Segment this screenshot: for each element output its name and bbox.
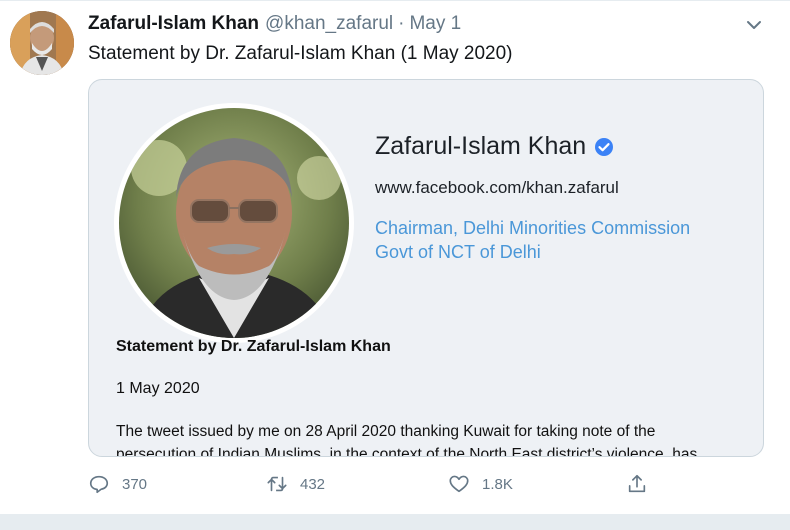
chevron-down-icon[interactable] [744, 15, 764, 35]
tweet-divider [0, 514, 790, 530]
card-role-line2: Govt of NCT of Delhi [375, 242, 541, 262]
like-button[interactable]: 1.8K [448, 473, 513, 495]
profile-photo [119, 108, 349, 338]
retweet-icon [267, 476, 287, 492]
tweet-actions: 370 432 1.8K [88, 473, 668, 503]
reply-count: 370 [122, 475, 148, 493]
verified-icon [595, 137, 614, 156]
like-icon [449, 475, 469, 493]
author-handle[interactable]: @khan_zafarul [265, 13, 393, 35]
statement-body-line1: The tweet issued by me on 28 April 2020 … [116, 423, 656, 440]
author-name[interactable]: Zafarul-Islam Khan [88, 13, 259, 35]
share-button[interactable] [626, 473, 660, 495]
retweet-count: 432 [300, 475, 326, 493]
card-profile-name: Zafarul-Islam Khan [375, 132, 614, 161]
tweet-header: Zafarul-Islam Khan @khan_zafarul · May 1 [88, 11, 461, 37]
tweet-media-card[interactable]: Zafarul-Islam Khan www.facebook.com/khan… [88, 79, 764, 457]
tweet[interactable]: Zafarul-Islam Khan @khan_zafarul · May 1… [0, 0, 790, 514]
like-count: 1.8K [482, 475, 513, 493]
tweet-text: Statement by Dr. Zafarul-Islam Khan (1 M… [88, 43, 513, 64]
reply-button[interactable]: 370 [88, 473, 147, 495]
author-avatar[interactable] [10, 11, 74, 75]
card-role: Chairman, Delhi Minorities Commission Go… [375, 216, 690, 264]
retweet-button[interactable]: 432 [266, 473, 325, 495]
statement-date: 1 May 2020 [116, 380, 200, 397]
statement-body: The tweet issued by me on 28 April 2020 … [116, 420, 756, 457]
tweet-date[interactable]: May 1 [409, 13, 461, 35]
share-icon [628, 474, 646, 493]
separator: · [398, 13, 405, 34]
card-facebook-link: www.facebook.com/khan.zafarul [375, 178, 619, 197]
statement-title: Statement by Dr. Zafarul-Islam Khan [116, 338, 391, 355]
statement-body-line2: persecution of Indian Muslims, in the co… [116, 446, 698, 457]
card-role-line1: Chairman, Delhi Minorities Commission [375, 218, 691, 238]
card-name-text: Zafarul-Islam Khan [375, 132, 587, 160]
reply-icon [89, 475, 109, 494]
